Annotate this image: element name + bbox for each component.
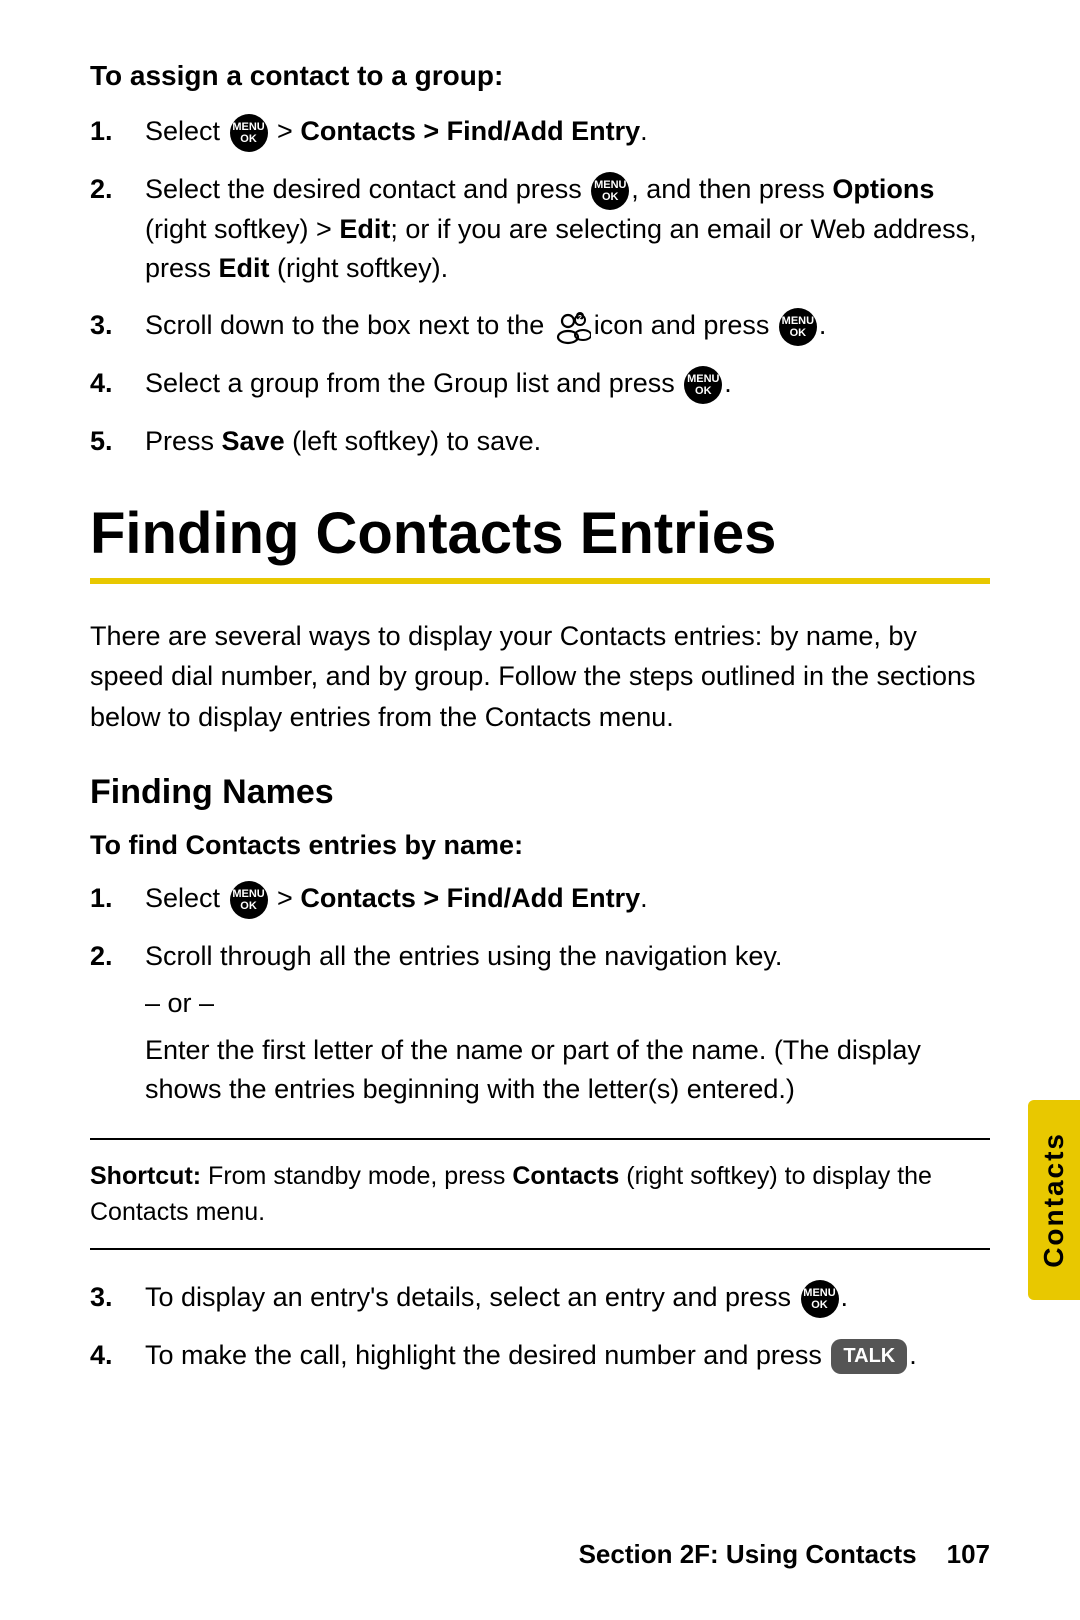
yellow-rule bbox=[90, 578, 990, 584]
find-step-text-4: To make the call, highlight the desired … bbox=[145, 1336, 990, 1375]
assign-steps: 1. Select MENUOK > Contacts > Find/Add E… bbox=[90, 112, 990, 461]
assign-step-1: 1. Select MENUOK > Contacts > Find/Add E… bbox=[90, 112, 990, 152]
find-step-num-2: 2. bbox=[90, 937, 145, 976]
step-text-1: Select MENUOK > Contacts > Find/Add Entr… bbox=[145, 112, 990, 152]
finding-names-label: To find Contacts entries by name: bbox=[90, 830, 990, 861]
page-footer: Section 2F: Using Contacts 107 bbox=[90, 1539, 990, 1570]
assign-step-5: 5. Press Save (left softkey) to save. bbox=[90, 422, 990, 461]
step-num-4: 4. bbox=[90, 364, 145, 403]
sidebar-tab: Contacts bbox=[1028, 1100, 1080, 1300]
find-step-text-3: To display an entry's details, select an… bbox=[145, 1278, 990, 1318]
group-icon: 2 bbox=[554, 308, 592, 346]
find-step-num-1: 1. bbox=[90, 879, 145, 918]
finding-names-steps: 1. Select MENUOK > Contacts > Find/Add E… bbox=[90, 879, 990, 1109]
menu-ok-icon-6: MENUOK bbox=[801, 1280, 839, 1318]
step-num-3: 3. bbox=[90, 306, 145, 345]
intro-text: There are several ways to display your C… bbox=[90, 616, 990, 738]
find-step-text-2: Scroll through all the entries using the… bbox=[145, 937, 990, 1110]
find-step-2: 2. Scroll through all the entries using … bbox=[90, 937, 990, 1110]
shortcut-text: From standby mode, press Contacts (right… bbox=[90, 1162, 932, 1226]
menu-ok-icon-5: MENUOK bbox=[230, 881, 268, 919]
find-step-4: 4. To make the call, highlight the desir… bbox=[90, 1336, 990, 1375]
step-text-2: Select the desired contact and press MEN… bbox=[145, 170, 990, 288]
footer-section: Section 2F: Using Contacts bbox=[579, 1539, 917, 1570]
finding-names-heading: Finding Names bbox=[90, 773, 990, 812]
menu-ok-icon-3: MENUOK bbox=[779, 308, 817, 346]
step-num-5: 5. bbox=[90, 422, 145, 461]
menu-ok-icon-4: MENUOK bbox=[684, 366, 722, 404]
menu-ok-icon-1: MENUOK bbox=[230, 114, 268, 152]
assign-label: To assign a contact to a group: bbox=[90, 60, 990, 92]
step-num-2: 2. bbox=[90, 170, 145, 209]
find-step-num-4: 4. bbox=[90, 1336, 145, 1375]
step-text-3: Scroll down to the box next to the 2 ico… bbox=[145, 306, 990, 346]
assign-step-4: 4. Select a group from the Group list an… bbox=[90, 364, 990, 404]
find-step-num-3: 3. bbox=[90, 1278, 145, 1317]
assign-step-3: 3. Scroll down to the box next to the 2 … bbox=[90, 306, 990, 346]
finding-names-section: Finding Names To find Contacts entries b… bbox=[90, 773, 990, 1375]
svg-text:2: 2 bbox=[578, 315, 582, 322]
assign-step-2: 2. Select the desired contact and press … bbox=[90, 170, 990, 288]
assign-section: To assign a contact to a group: 1. Selec… bbox=[90, 60, 990, 461]
find-step-3: 3. To display an entry's details, select… bbox=[90, 1278, 990, 1318]
page-content: To assign a contact to a group: 1. Selec… bbox=[0, 0, 1080, 1473]
step-num-1: 1. bbox=[90, 112, 145, 151]
step-text-4: Select a group from the Group list and p… bbox=[145, 364, 990, 404]
main-heading: Finding Contacts Entries bbox=[90, 501, 990, 568]
find-step-1: 1. Select MENUOK > Contacts > Find/Add E… bbox=[90, 879, 990, 919]
shortcut-label: Shortcut: bbox=[90, 1162, 201, 1190]
sidebar-tab-text: Contacts bbox=[1038, 1132, 1070, 1268]
footer-page: 107 bbox=[947, 1539, 990, 1570]
finding-names-steps-continued: 3. To display an entry's details, select… bbox=[90, 1278, 990, 1375]
shortcut-box: Shortcut: From standby mode, press Conta… bbox=[90, 1138, 990, 1251]
find-step-text-1: Select MENUOK > Contacts > Find/Add Entr… bbox=[145, 879, 990, 919]
step-text-5: Press Save (left softkey) to save. bbox=[145, 422, 990, 461]
menu-ok-icon-2: MENUOK bbox=[591, 172, 629, 210]
or-separator: – or – bbox=[145, 984, 990, 1023]
talk-icon: TALK bbox=[831, 1339, 907, 1374]
